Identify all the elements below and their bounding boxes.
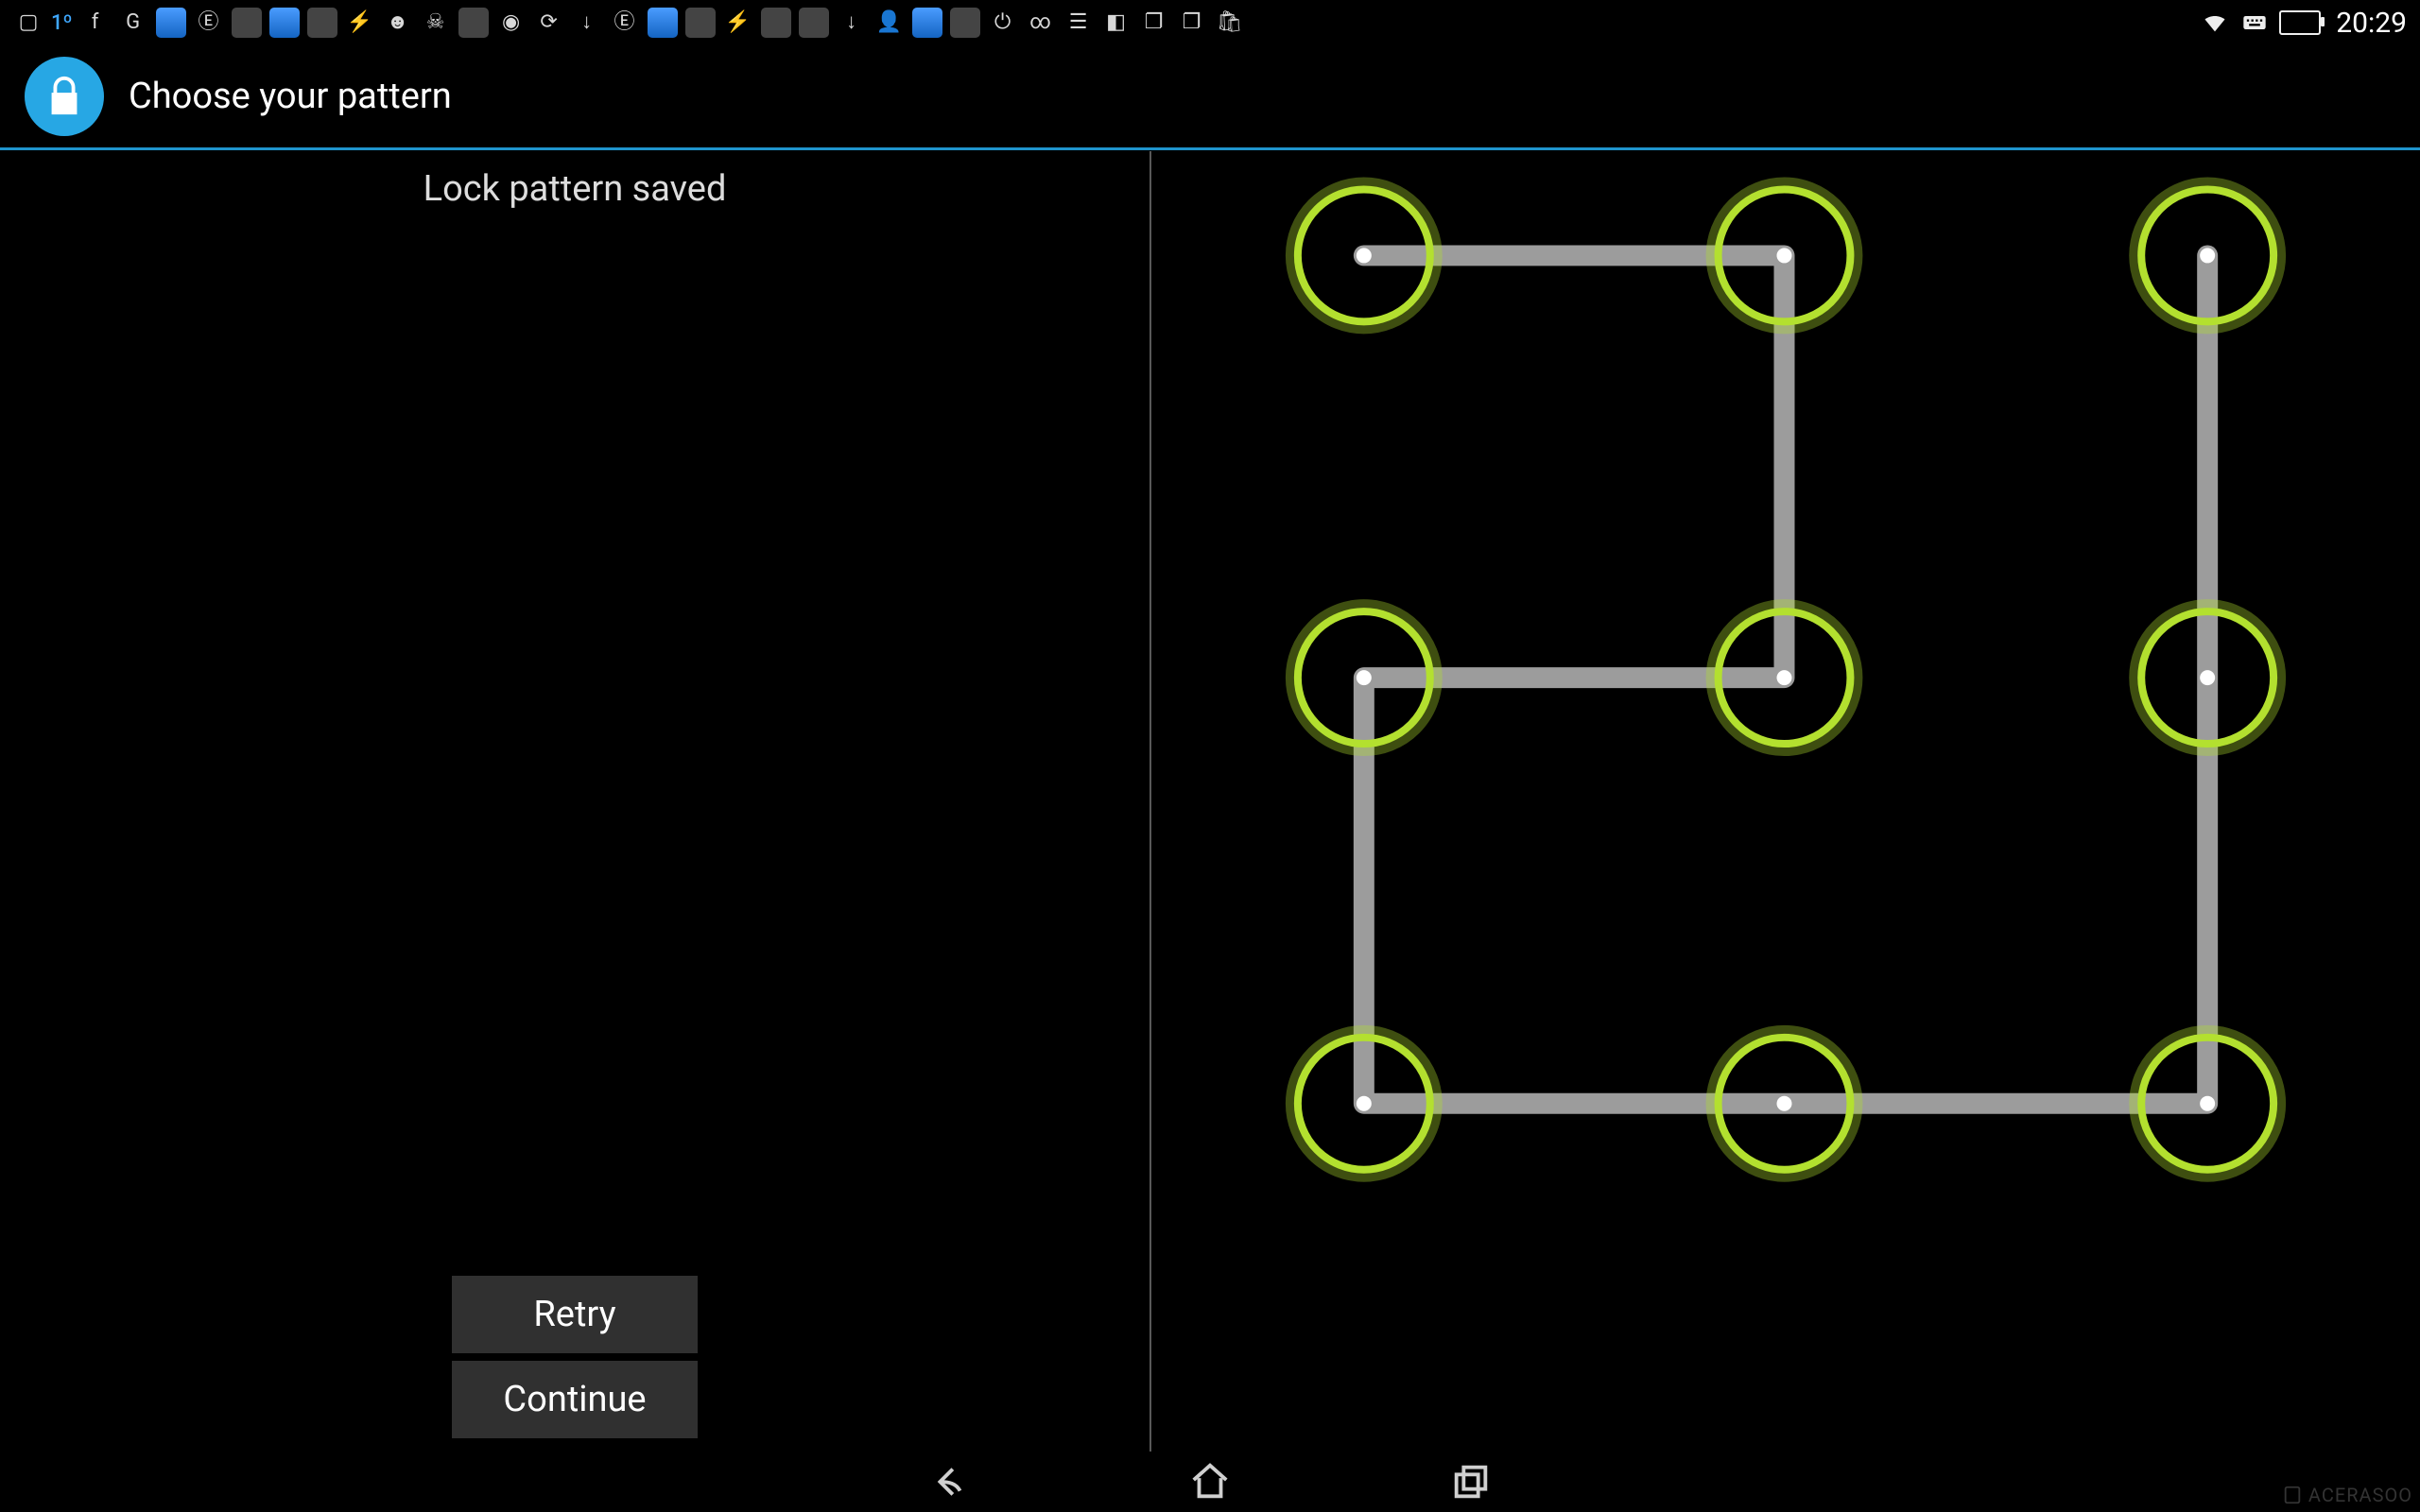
store-icon: 🛍 (1215, 8, 1245, 38)
pattern-svg (1151, 151, 2420, 1452)
screenshot-icon: ▢ (13, 8, 43, 38)
main-content: Lock pattern saved Retry Continue (0, 151, 2420, 1452)
app-icon-9 (799, 8, 829, 38)
app-header: Choose your pattern (0, 45, 2420, 147)
status-clock: 20:29 (2336, 7, 2407, 40)
retry-button[interactable]: Retry (452, 1276, 698, 1353)
watermark: ACERASOO (2282, 1484, 2412, 1506)
refresh-icon: ⟳ (534, 8, 564, 38)
glasses-icon: ∞ (1026, 8, 1056, 38)
right-pane (1151, 151, 2420, 1452)
slashes-icon-1: ⚡ (345, 8, 375, 38)
left-pane: Lock pattern saved Retry Continue (0, 151, 1150, 1452)
status-bar-left: ▢1ºfGⒺ⚡☻☠◉⟳↓Ⓔ⚡↓👤⏻∞☰◧❐❐🛍 (13, 8, 2200, 38)
download-icon-2: ↓ (837, 8, 867, 38)
app-icon-10 (912, 8, 942, 38)
app-icon-7 (685, 8, 716, 38)
battery-icon (2279, 10, 2321, 35)
disc-icon: ◉ (496, 8, 527, 38)
navigation-bar (0, 1452, 2420, 1512)
app-icon-1 (156, 8, 186, 38)
lock-icon (25, 57, 104, 136)
pattern-status-text: Lock pattern saved (0, 151, 1150, 210)
watermark-text: ACERASOO (2308, 1484, 2412, 1506)
back-button[interactable] (923, 1455, 976, 1508)
app-icon-11 (950, 8, 980, 38)
app-icon-2 (232, 8, 262, 38)
download-icon-1: ↓ (572, 8, 602, 38)
mask-icon: ☻ (383, 8, 413, 38)
page-title: Choose your pattern (129, 76, 452, 117)
wifi-icon (2200, 8, 2230, 38)
status-bar-right: 20:29 (2200, 7, 2407, 40)
skull-icon: ☠ (421, 8, 451, 38)
keyboard-icon (2239, 8, 2270, 38)
person-icon: 👤 (874, 8, 905, 38)
home-button[interactable] (1184, 1455, 1236, 1508)
header-separator (0, 147, 2420, 150)
android-icon: ◧ (1101, 8, 1132, 38)
stack-icon: ☰ (1063, 8, 1094, 38)
app-icon-5 (458, 8, 489, 38)
pages-icon-2: ❐ (1177, 8, 1207, 38)
action-buttons: Retry Continue (452, 1276, 698, 1438)
slashes-icon-2: ⚡ (723, 8, 753, 38)
facebook-icon: f (80, 8, 111, 38)
e-circle-icon: Ⓔ (194, 8, 224, 38)
gameloft-icon: G (118, 8, 148, 38)
app-icon-8 (761, 8, 791, 38)
status-bar: ▢1ºfGⒺ⚡☻☠◉⟳↓Ⓔ⚡↓👤⏻∞☰◧❐❐🛍 20:29 (0, 0, 2420, 45)
e-circle-icon-2: Ⓔ (610, 8, 640, 38)
pages-icon-1: ❐ (1139, 8, 1169, 38)
weather-temperature: 1º (51, 11, 73, 35)
app-icon-4 (307, 8, 337, 38)
pattern-lock-area[interactable] (1151, 151, 2420, 1452)
power-icon: ⏻ (988, 8, 1018, 38)
continue-button[interactable]: Continue (452, 1361, 698, 1438)
app-icon-6 (648, 8, 678, 38)
app-icon-3 (269, 8, 300, 38)
recent-apps-button[interactable] (1444, 1455, 1497, 1508)
